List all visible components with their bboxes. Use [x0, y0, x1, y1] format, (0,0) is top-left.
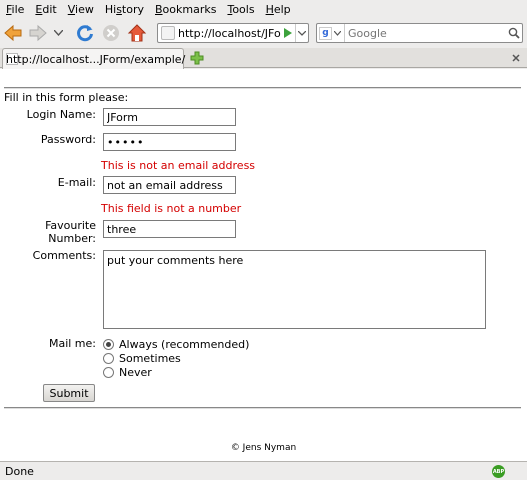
history-dropdown-button[interactable]: [51, 22, 65, 44]
email-error-message: This is not an email address: [101, 159, 256, 172]
status-bar: Done ABP: [0, 461, 527, 480]
back-arrow-icon: [4, 24, 22, 42]
comments-textarea[interactable]: put your comments here: [103, 250, 486, 329]
favourite-number-input[interactable]: [103, 220, 236, 238]
chevron-down-icon: [53, 30, 63, 36]
page-content: Fill in this form please: Login Name: Pa…: [0, 69, 527, 461]
top-divider: [4, 87, 521, 89]
url-text: http://localhost/JForm: [178, 26, 281, 40]
stop-button[interactable]: [100, 22, 122, 44]
search-button[interactable]: [506, 27, 522, 39]
menu-view[interactable]: View: [68, 3, 94, 16]
adblock-plus-icon[interactable]: ABP: [492, 465, 505, 478]
submit-button[interactable]: Submit: [43, 384, 95, 402]
tab-jform-example[interactable]: http://localhost...JForm/example/: [2, 48, 186, 69]
reload-button[interactable]: [74, 22, 96, 44]
comments-label: Comments:: [32, 249, 96, 262]
mail-option-label: Never: [119, 366, 152, 379]
radio-never[interactable]: [103, 367, 114, 378]
tab-bar: http://localhost...JForm/example/: [0, 48, 527, 69]
favourite-number-label-line1: Favourite: [45, 219, 96, 232]
mail-option-label: Sometimes: [119, 352, 181, 365]
login-name-label: Login Name:: [26, 108, 96, 121]
form-intro: Fill in this form please:: [4, 91, 129, 104]
tab-label: http://localhost...JForm/example/: [6, 52, 186, 66]
search-input[interactable]: [345, 26, 506, 40]
url-dropdown-button[interactable]: [295, 24, 308, 42]
radio-sometimes[interactable]: [103, 353, 114, 364]
search-bar: g: [316, 23, 523, 43]
menu-bookmarks[interactable]: Bookmarks: [155, 3, 216, 16]
page-favicon-icon: [161, 26, 175, 40]
mail-option-label: Always (recommended): [119, 338, 250, 351]
menu-history[interactable]: History: [105, 3, 144, 16]
bottom-divider: [4, 407, 521, 409]
go-arrow-icon: [284, 28, 292, 38]
radio-always[interactable]: [103, 339, 114, 350]
mail-me-label: Mail me:: [48, 337, 96, 350]
mail-option-always[interactable]: Always (recommended): [103, 338, 249, 351]
favourite-number-label: Favourite Number:: [10, 219, 96, 245]
go-button[interactable]: [281, 23, 295, 43]
email-label: E-mail:: [57, 176, 96, 189]
password-input[interactable]: [103, 133, 236, 151]
home-icon: [127, 24, 147, 42]
mail-option-never[interactable]: Never: [103, 366, 152, 379]
password-label: Password:: [40, 133, 96, 146]
close-tab-button[interactable]: [509, 51, 523, 65]
menu-edit[interactable]: Edit: [35, 3, 56, 16]
url-bar[interactable]: http://localhost/JForm: [157, 23, 309, 43]
new-tab-button[interactable]: [189, 50, 205, 66]
footer-copyright: © Jens Nyman: [230, 443, 297, 453]
forward-button[interactable]: [27, 22, 49, 44]
menu-bar: File Edit View History Bookmarks Tools H…: [0, 0, 527, 18]
stop-icon: [103, 25, 119, 41]
menu-tools[interactable]: Tools: [227, 3, 254, 16]
forward-arrow-icon: [29, 24, 47, 42]
status-text: Done: [5, 464, 34, 478]
number-error-message: This field is not a number: [101, 202, 242, 215]
navigation-toolbar: http://localhost/JForm g: [0, 18, 527, 48]
favourite-number-label-line2: Number:: [48, 232, 96, 245]
chevron-down-icon: [298, 30, 306, 36]
search-engine-selector[interactable]: g: [317, 24, 345, 42]
magnifier-icon: [508, 27, 520, 39]
mail-option-sometimes[interactable]: Sometimes: [103, 352, 181, 365]
google-logo-icon: g: [319, 26, 332, 40]
reload-icon: [77, 25, 93, 42]
plus-icon: [190, 51, 204, 65]
back-button[interactable]: [2, 22, 24, 44]
menu-file[interactable]: File: [6, 3, 24, 16]
menu-help[interactable]: Help: [266, 3, 291, 16]
email-input[interactable]: [103, 176, 236, 194]
login-name-input[interactable]: [103, 108, 236, 126]
close-icon: [512, 54, 520, 62]
home-button[interactable]: [126, 22, 148, 44]
chevron-down-icon: [334, 30, 341, 36]
